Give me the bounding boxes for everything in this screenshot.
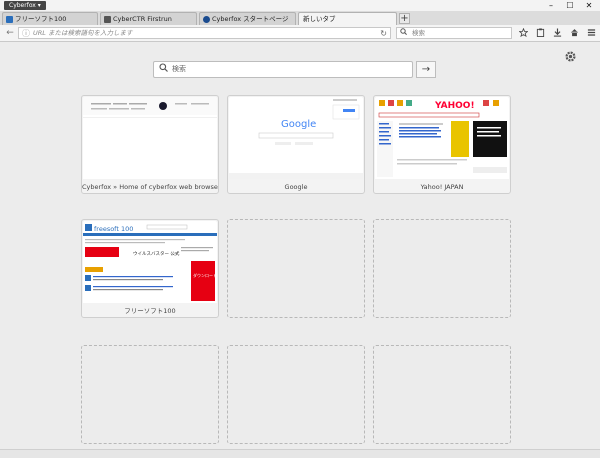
nav-bar: ← ⓘ URL または検索語句を入力します ↻ 検索 <box>0 25 600 42</box>
app-menu-button[interactable]: Cyberfox ▾ <box>4 1 46 10</box>
url-bar[interactable]: ⓘ URL または検索語句を入力します ↻ <box>18 27 391 39</box>
url-placeholder: URL または検索語句を入力します <box>33 29 133 37</box>
tile-title: Google <box>284 183 308 191</box>
tile-thumbnail: Google <box>229 97 363 179</box>
freesoft-logo: freesoft 100 <box>94 225 133 233</box>
tab-label: 新しいタブ <box>303 15 336 23</box>
empty-tile-slot <box>373 219 511 318</box>
freesoft-banner: ダウンロード <box>193 272 217 278</box>
search-icon <box>159 63 168 77</box>
tile-title: Yahoo! JAPAN <box>420 183 464 191</box>
empty-tile-slot <box>227 219 365 318</box>
tab-cyberfox-startpage[interactable]: Cyberfox スタートページ <box>199 12 296 25</box>
title-bar: Cyberfox ▾ – ☐ ✕ <box>0 0 600 11</box>
cyberfox-favicon-icon <box>203 16 210 23</box>
freesoft-favicon-icon <box>6 16 13 23</box>
tile-title: Cyberfox » Home of cyberfox web browser <box>82 183 218 191</box>
gear-icon[interactable] <box>564 50 577 63</box>
tile-thumbnail <box>83 97 217 179</box>
search-icon <box>400 28 407 39</box>
cyberctr-favicon-icon <box>104 16 111 23</box>
freesoft-headline: ウイルスバスター 公式 <box>133 250 180 257</box>
new-tab-button[interactable]: + <box>399 13 410 24</box>
search-bar[interactable]: 検索 <box>396 27 512 39</box>
empty-tile-slot <box>373 345 511 444</box>
tile-cyberfox[interactable]: Cyberfox » Home of cyberfox web browser <box>81 95 219 194</box>
maximize-button[interactable]: ☐ <box>561 0 579 11</box>
newtab-search-input[interactable]: 検索 <box>153 61 413 78</box>
tab-label: フリーソフト100 <box>15 15 67 23</box>
menu-icon[interactable] <box>586 28 596 38</box>
tab-new-tab[interactable]: 新しいタブ <box>298 12 397 25</box>
close-window-button[interactable]: ✕ <box>580 0 598 11</box>
tile-thumbnail: YAHOO! <box>375 97 509 179</box>
home-icon[interactable] <box>569 28 579 38</box>
new-tab-page: 検索 → Cyberfox » Home of cyberfox web bro… <box>0 42 600 457</box>
clipboard-icon[interactable] <box>535 28 545 38</box>
tile-google[interactable]: Google Google <box>227 95 365 194</box>
info-icon[interactable]: ⓘ <box>22 28 30 39</box>
empty-tile-slot <box>227 345 365 444</box>
tab-strip: フリーソフト100 CyberCTR Firstrun Cyberfox スター… <box>0 11 600 26</box>
tab-label: CyberCTR Firstrun <box>113 15 172 23</box>
google-logo: Google <box>281 119 316 130</box>
tile-freesoft100[interactable]: freesoft 100 ウイルスバスター 公式 ダウンロード フリーソフト10… <box>81 219 219 318</box>
tile-thumbnail: freesoft 100 ウイルスバスター 公式 ダウンロード <box>83 221 217 303</box>
minimize-button[interactable]: – <box>542 0 560 11</box>
tab-label: Cyberfox スタートページ <box>212 15 289 23</box>
newtab-search-placeholder: 検索 <box>172 65 186 73</box>
tab-cyberctr-firstrun[interactable]: CyberCTR Firstrun <box>100 12 197 25</box>
tile-yahoo-japan[interactable]: YAHOO! Yahoo! JAPAN <box>373 95 511 194</box>
reload-button[interactable]: ↻ <box>380 28 387 39</box>
download-icon[interactable] <box>552 28 562 38</box>
tab-freesoft100[interactable]: フリーソフト100 <box>2 12 98 25</box>
yahoo-logo: YAHOO! <box>434 101 475 111</box>
search-go-button[interactable]: → <box>416 61 436 78</box>
star-icon[interactable] <box>517 27 529 38</box>
empty-tile-slot <box>81 345 219 444</box>
tile-title: フリーソフト100 <box>124 307 176 315</box>
back-button[interactable]: ← <box>5 28 15 38</box>
search-placeholder: 検索 <box>412 29 425 37</box>
